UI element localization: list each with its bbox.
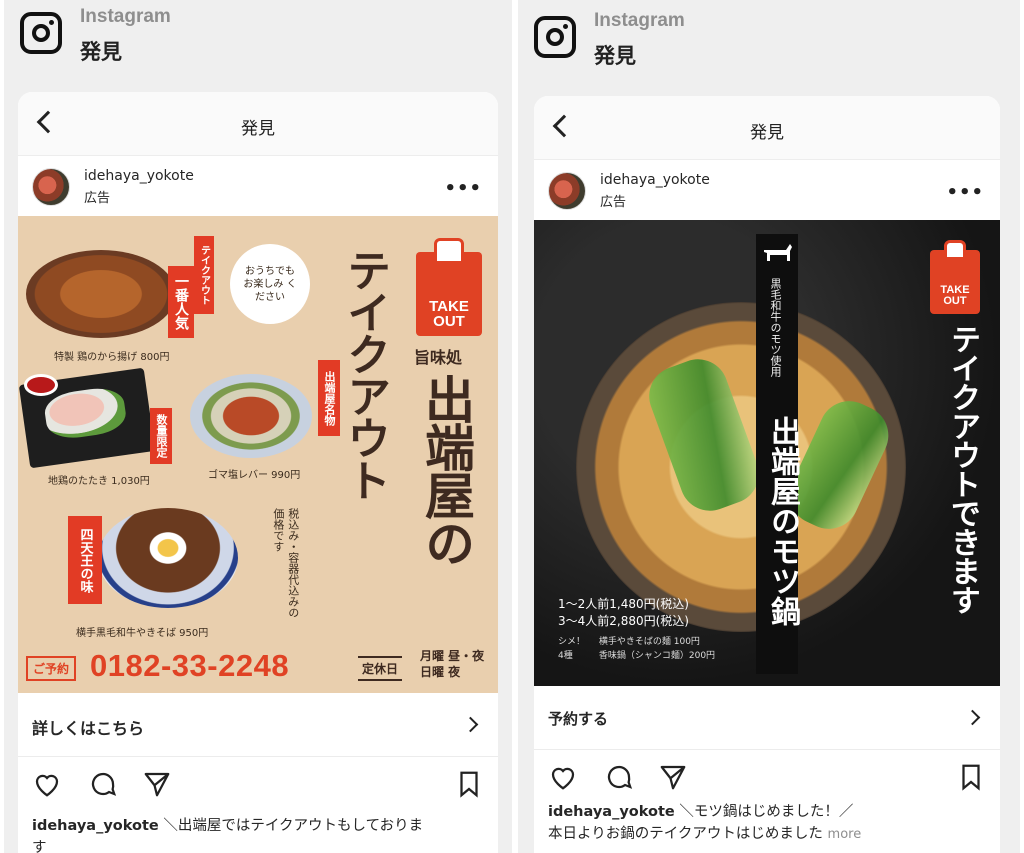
- share-icon[interactable]: [142, 769, 172, 799]
- banner-title: 出端屋のモツ鍋: [765, 416, 800, 626]
- share-icon[interactable]: [658, 762, 688, 792]
- limited-tag: 数量限定: [150, 408, 172, 464]
- heart-icon[interactable]: [548, 762, 578, 792]
- caption-line-2: す: [32, 840, 47, 853]
- takeout-box-icon: [944, 240, 966, 260]
- phone-number[interactable]: 0182-33-2248: [90, 648, 289, 684]
- chevron-right-icon: [462, 716, 479, 733]
- popular-tag: 一番人気: [168, 266, 194, 338]
- instagram-logo-icon: [20, 12, 62, 54]
- ad-image[interactable]: 特製 鶏のから揚げ 800円 テイクアウト 一番人気 おうちでも お楽しみ くだ…: [18, 216, 498, 693]
- ad-image[interactable]: 黒毛和牛のモツ使用 出端屋のモツ鍋 TAKE OUT テイクアウトできます 1〜…: [534, 220, 1000, 686]
- action-bar: [18, 757, 498, 809]
- username[interactable]: idehaya_yokote: [84, 168, 194, 184]
- menu-item-caption: 横手黒毛和牛やきそば 950円: [76, 628, 209, 639]
- price-line-1: 1〜2人前1,480円(税込): [558, 597, 689, 611]
- heart-icon[interactable]: [32, 769, 62, 799]
- price-list: 1〜2人前1,480円(税込) 3〜4人前2,880円(税込): [558, 596, 689, 631]
- post-header: idehaya_yokote 広告 •••: [534, 160, 1000, 220]
- closed-label: 定休日: [358, 656, 403, 681]
- liver-plate: [190, 374, 312, 458]
- takeout-tag: テイクアウト: [194, 236, 214, 314]
- cta-reserve[interactable]: 予約する: [534, 686, 1000, 750]
- section-title: 発見: [594, 44, 636, 68]
- banner-subtitle: 黒毛和牛のモツ使用: [769, 278, 782, 377]
- cow-icon: [764, 244, 792, 261]
- post-card: 発見 idehaya_yokote 広告 ••• 黒毛和牛のモツ使用 出端屋のモ…: [534, 96, 1000, 853]
- shitenno-tag: 四天王の味: [68, 516, 102, 604]
- headline-takeout: テイクアウト: [339, 248, 390, 500]
- caption-text-2: 本日よりお鍋のテイクアウトはじめました: [548, 826, 823, 842]
- cta-label: 予約する: [548, 710, 609, 728]
- more-options-icon[interactable]: •••: [946, 182, 984, 203]
- caption-text: ＼出端屋ではテイクアウトもしておりま: [163, 818, 424, 834]
- nav-bar: 発見: [18, 92, 498, 156]
- comment-icon[interactable]: [604, 762, 634, 792]
- section-title: 発見: [80, 40, 122, 64]
- more-options-icon[interactable]: •••: [444, 178, 482, 199]
- caption-username[interactable]: idehaya_yokote: [548, 804, 675, 820]
- headline-kicker: 旨味処: [414, 348, 463, 367]
- takeout-badge: TAKE OUT: [930, 240, 980, 314]
- avatar[interactable]: [548, 172, 586, 210]
- sponsored-label: 広告: [84, 191, 111, 206]
- closed-days-line-1: 月曜 昼・夜: [420, 649, 485, 663]
- takeout-box-icon: [434, 238, 464, 264]
- shime-label: シメ！ 4種: [558, 637, 586, 661]
- caption-line-2: 本日よりお鍋のテイクアウトはじめました more: [548, 822, 861, 843]
- more-link[interactable]: more: [828, 827, 862, 842]
- closed-days-line-2: 日曜 夜: [420, 665, 461, 680]
- chevron-right-icon: [964, 709, 981, 726]
- username[interactable]: idehaya_yokote: [600, 172, 710, 188]
- contact-strip: ご予約 0182-33-2248 定休日 月曜 昼・夜 日曜 夜: [18, 646, 498, 693]
- nav-title: 発見: [750, 123, 784, 143]
- sponsored-label: 広告: [600, 195, 627, 210]
- right-phone-panel: Instagram 発見 発見 idehaya_yokote 広告 ••• 黒毛…: [518, 0, 1020, 853]
- instagram-logo-icon: [534, 16, 576, 58]
- menu-item-caption: 地鶏のたたき 1,030円: [48, 476, 150, 487]
- fried-chicken-plate: [26, 250, 176, 338]
- cta-learn-more[interactable]: 詳しくはこちら: [18, 693, 498, 757]
- nav-bar: 発見: [534, 96, 1000, 160]
- reserve-label: ご予約: [26, 656, 77, 681]
- nav-title: 発見: [241, 119, 275, 139]
- shime-box: シメ！ 4種 横手やきそばの麺 100円 香味鍋（シャンコ麺）200円: [558, 636, 715, 663]
- menu-item-caption: ゴマ塩レバー 990円: [208, 470, 301, 481]
- bookmark-icon[interactable]: [454, 769, 484, 799]
- post-header: idehaya_yokote 広告 •••: [18, 156, 498, 216]
- price-line-2: 3〜4人前2,880円(税込): [558, 614, 689, 629]
- bookmark-icon[interactable]: [956, 762, 986, 792]
- left-phone-panel: Instagram 発見 発見 idehaya_yokote 広告 ••• 特製…: [4, 0, 512, 853]
- takeout-badge-label: TAKE OUT: [940, 283, 970, 308]
- post-caption: idehaya_yokote ＼出端屋ではテイクアウトもしておりま: [32, 814, 423, 835]
- action-bar: [534, 750, 1000, 802]
- post-caption: idehaya_yokote ＼モツ鍋はじめました！／: [548, 800, 853, 821]
- price-note: 税込み・容器代込みの価格です: [271, 508, 300, 618]
- caption-username[interactable]: idehaya_yokote: [32, 818, 159, 834]
- side-headline: テイクアウトできます: [945, 324, 980, 614]
- caption-text: ＼モツ鍋はじめました！／: [679, 804, 854, 820]
- yakisoba-plate: [98, 508, 238, 608]
- sauce-dish: [24, 374, 58, 396]
- post-card: 発見 idehaya_yokote 広告 ••• 特製 鶏のから揚げ 800円 …: [18, 92, 498, 853]
- shime-options: 横手やきそばの麺 100円 香味鍋（シャンコ麺）200円: [598, 637, 716, 661]
- takeout-badge: TAKE OUT: [416, 238, 482, 336]
- headline-shop: 出端屋の: [417, 374, 476, 566]
- cta-label: 詳しくはこちら: [32, 719, 145, 738]
- app-brand: Instagram: [594, 10, 685, 31]
- comment-icon[interactable]: [88, 769, 118, 799]
- avatar[interactable]: [32, 168, 70, 206]
- takeout-badge-label: TAKE OUT: [429, 297, 469, 331]
- app-brand: Instagram: [80, 6, 171, 27]
- closed-days: 月曜 昼・夜 日曜 夜: [420, 648, 484, 680]
- speech-bubble: おうちでも お楽しみ ください: [230, 244, 310, 324]
- menu-item-caption: 特製 鶏のから揚げ 800円: [54, 352, 170, 363]
